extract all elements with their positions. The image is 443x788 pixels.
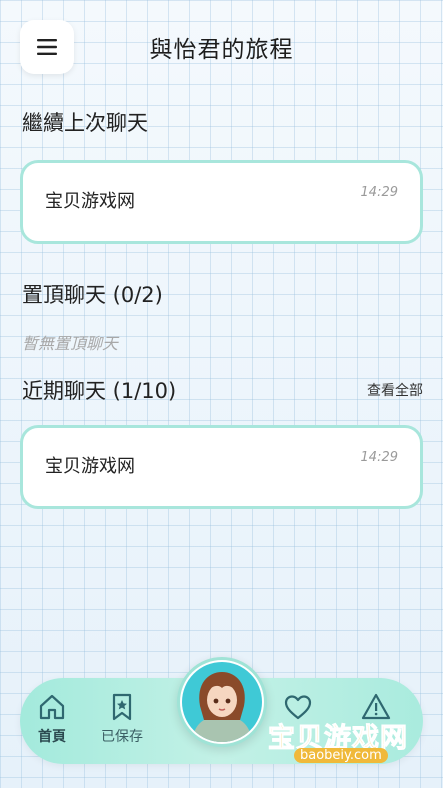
pinned-empty-text: 暫無置頂聊天 (22, 334, 119, 353)
nav-saved[interactable]: 已保存 (90, 692, 154, 746)
watermark-url: baobeiy.com (294, 748, 388, 763)
page-title: 與怡君的旅程 (149, 37, 294, 63)
avatar-illustration (182, 662, 262, 742)
site-watermark: 宝贝游戏网 baobeiy.com (268, 694, 418, 768)
nav-home-label: 首頁 (38, 729, 66, 745)
continue-section-title: 繼續上次聊天 (22, 111, 148, 135)
character-avatar-button[interactable] (177, 657, 267, 747)
chat-time: 14:29 (360, 450, 398, 465)
chat-name: 宝贝游戏网 (45, 191, 135, 212)
chat-name: 宝贝游戏网 (45, 456, 135, 477)
chat-time: 14:29 (360, 185, 398, 200)
recent-section-title: 近期聊天 (1/10) (22, 379, 177, 403)
view-all-link[interactable]: 查看全部 (367, 380, 423, 400)
pinned-section-title: 置頂聊天 (0/2) (22, 283, 163, 307)
nav-saved-label: 已保存 (101, 729, 143, 745)
recent-chat-card[interactable]: 宝贝游戏网 14:29 (20, 425, 423, 509)
continue-chat-card[interactable]: 宝贝游戏网 14:29 (20, 160, 423, 244)
home-icon (39, 694, 65, 720)
bookmark-icon (112, 693, 132, 721)
nav-home[interactable]: 首頁 (20, 692, 84, 746)
